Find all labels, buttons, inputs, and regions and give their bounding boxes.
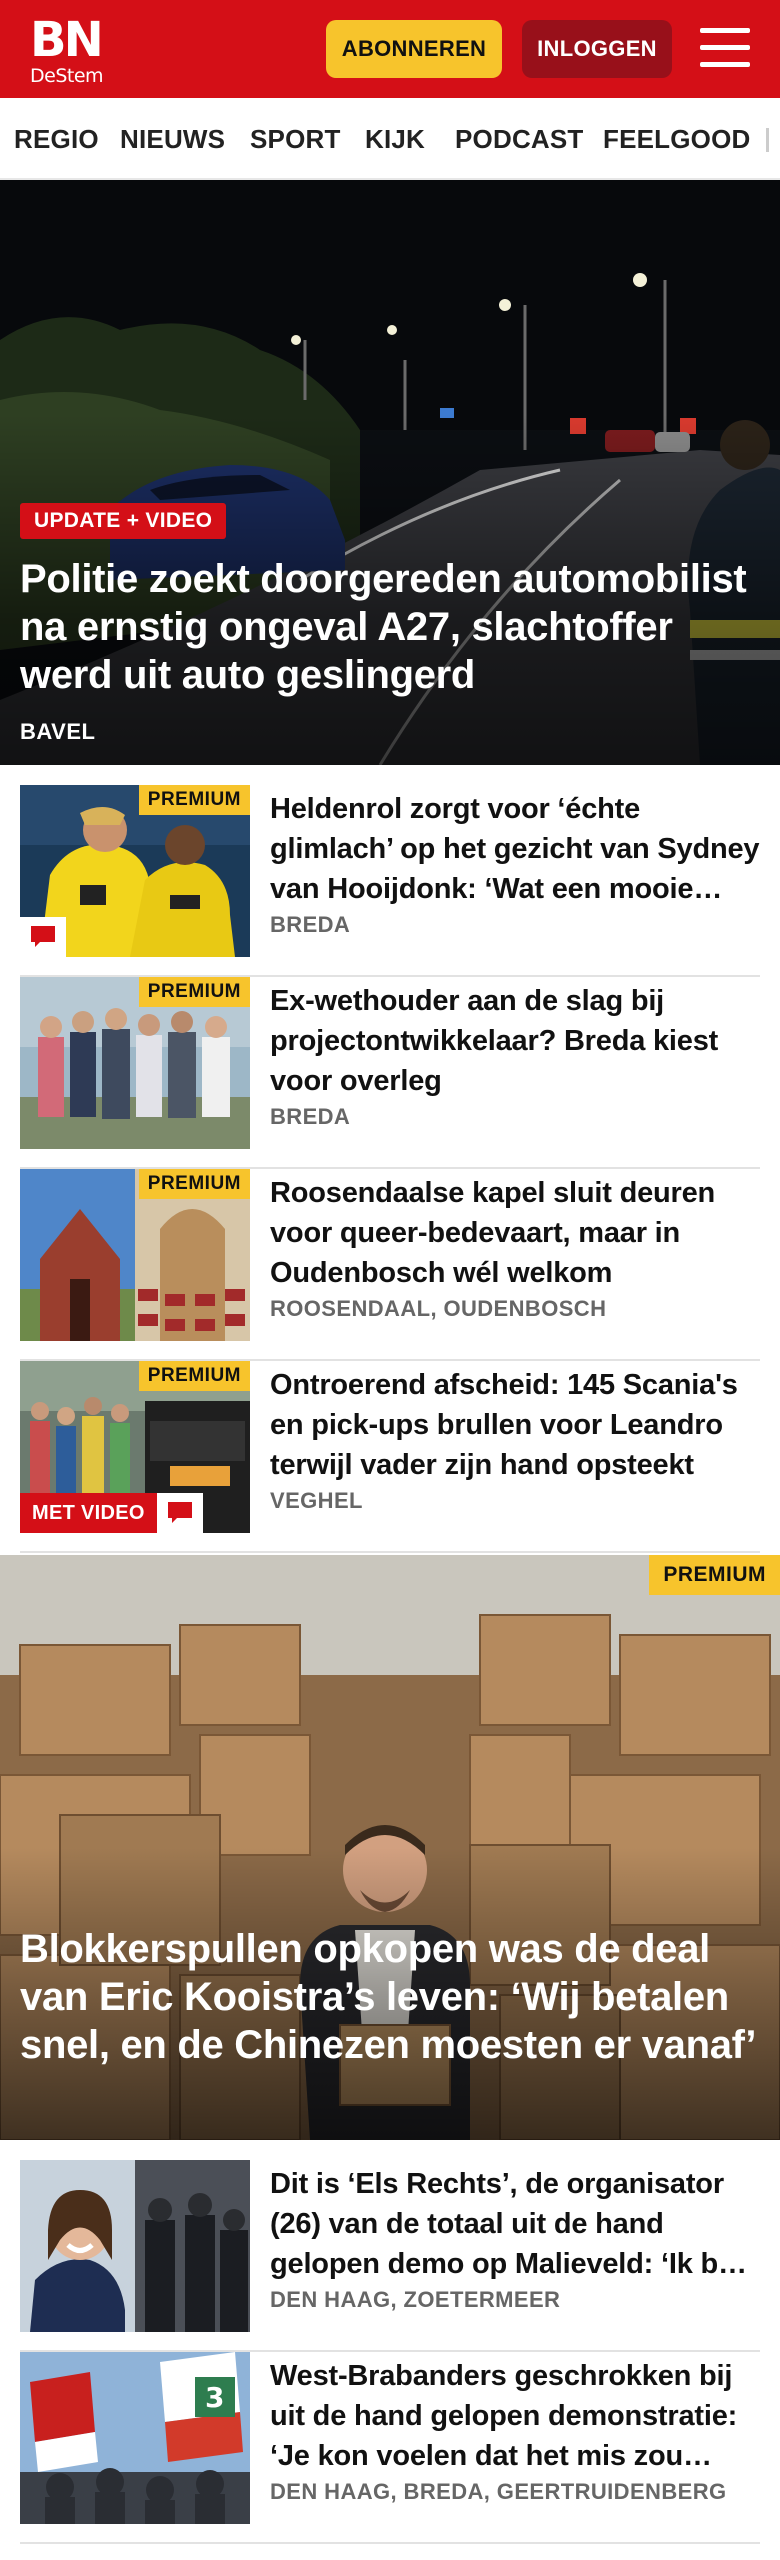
article-location: DEN HAAG, ZOETERMEER	[270, 2287, 561, 2312]
article-thumbnail	[20, 2160, 250, 2332]
article-location: BREDA	[270, 912, 351, 937]
feature-article[interactable]: PREMIUM Blokkerspullen opkopen was de de…	[0, 1555, 780, 2140]
article-headline[interactable]: Roosendaalse kapel sluit deuren voor que…	[270, 1173, 760, 1293]
article-location: ROOSENDAAL, OUDENBOSCH	[270, 1296, 607, 1321]
list-item[interactable]: Dit is ‘Els Rechts’, de organisator (26)…	[20, 2160, 760, 2352]
premium-badge: PREMIUM	[138, 785, 250, 815]
article-location: BREDA	[270, 1104, 351, 1129]
hamburger-menu-icon[interactable]	[700, 26, 750, 70]
nav-item-feelgood[interactable]: FEELGOOD	[603, 124, 751, 155]
premium-badge: PREMIUM	[649, 1555, 780, 1595]
hero-headline[interactable]: Politie zoekt doorgereden automobi­list …	[20, 555, 760, 699]
nav-item-regio[interactable]: REGIO	[14, 124, 99, 155]
list-item[interactable]: PREMIUM Ex-wethouder aan de slag bij pro…	[20, 977, 760, 1169]
nav-item-podcast[interactable]: PODCAST	[455, 124, 584, 155]
section-nav: REGIO NIEUWS SPORT KIJK PODCAST FEELGOOD	[0, 98, 780, 180]
comment-icon	[156, 1493, 203, 1533]
premium-badge: PREMIUM	[138, 977, 250, 1007]
article-thumbnail: 3	[20, 2352, 250, 2524]
svg-text:3: 3	[205, 2381, 224, 2414]
bn-destem-logo[interactable]: BN DeStem	[30, 12, 120, 87]
video-badge-label: MET VIDEO	[20, 1493, 157, 1533]
premium-badge: PREMIUM	[138, 1169, 250, 1199]
article-headline[interactable]: Ontroerend afscheid: 145 Scania's en pic…	[270, 1365, 760, 1485]
list-item[interactable]: PREMIUM MET VIDEO Ontroerend afscheid: 1…	[20, 1361, 760, 1553]
nav-item-kijk[interactable]: KIJK	[365, 124, 425, 155]
list-item[interactable]: 3 West-Brabanders geschrokken bij uit de…	[20, 2352, 760, 2544]
hero-article[interactable]: UPDATE + VIDEO Politie zoekt doorgereden…	[0, 180, 780, 765]
article-thumbnail: PREMIUM	[20, 977, 250, 1149]
article-headline[interactable]: Dit is ‘Els Rechts’, de organisator (26)…	[270, 2164, 760, 2284]
update-video-badge: UPDATE + VIDEO	[20, 503, 227, 539]
nav-item-sport[interactable]: SPORT	[250, 124, 341, 155]
login-button[interactable]: INLOGGEN	[522, 20, 672, 78]
article-thumbnail: PREMIUM	[20, 1169, 250, 1341]
logo-subtext: DeStem	[30, 65, 104, 87]
nav-item-nieuws[interactable]: NIEUWS	[120, 124, 225, 155]
article-headline[interactable]: Ex-wethouder aan de slag bij projectontw…	[270, 981, 760, 1101]
hero-location: BAVEL	[20, 719, 96, 744]
article-headline[interactable]: Heldenrol zorgt voor ‘échte glimlach’ op…	[270, 789, 760, 909]
subscribe-button[interactable]: ABONNEREN	[326, 20, 502, 78]
video-badge: MET VIDEO	[20, 1493, 203, 1533]
article-location: VEGHEL	[270, 1488, 363, 1513]
article-thumbnail: PREMIUM	[20, 785, 250, 957]
article-thumbnail: PREMIUM MET VIDEO	[20, 1361, 250, 1533]
logo-text: BN	[30, 12, 104, 68]
top-bar: BN DeStem ABONNEREN INLOGGEN	[0, 0, 780, 98]
article-headline[interactable]: West-Brabanders geschrokken bij uit de h…	[270, 2356, 760, 2476]
list-item[interactable]: PREMIUM Heldenrol zorgt voor ‘échte glim…	[20, 785, 760, 977]
nav-overflow-indicator	[766, 128, 769, 152]
article-location: DEN HAAG, BREDA, GEERTRUIDENBERG	[270, 2479, 727, 2504]
premium-badge: PREMIUM	[138, 1361, 250, 1391]
list-item[interactable]: PREMIUM Roosendaalse kapel sluit deuren …	[20, 1169, 760, 1361]
feature-headline[interactable]: Blokkerspullen opkopen was de deal van E…	[20, 1925, 770, 2069]
comment-icon	[20, 917, 66, 957]
